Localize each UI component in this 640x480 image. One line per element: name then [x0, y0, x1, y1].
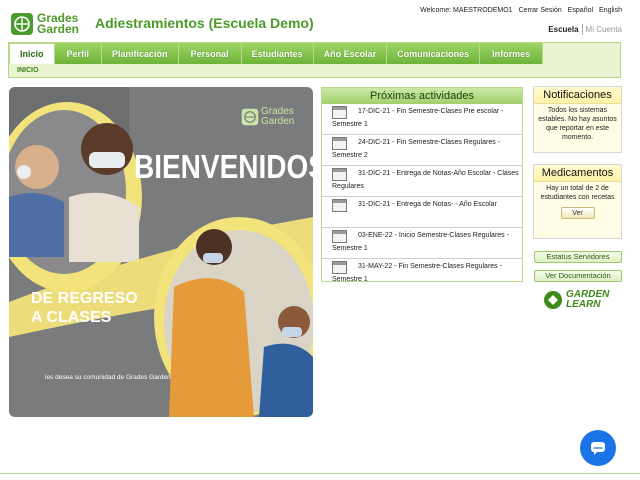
chat-icon [591, 442, 605, 455]
medications-body: Hay un total de 2 de estudiantes con rec… [540, 185, 615, 201]
chat-button[interactable] [580, 430, 616, 466]
banner-logo: Grades Garden [241, 107, 294, 127]
banner-line1: DE REGRESO [31, 290, 138, 307]
medications-card: Medicamentos Hay un total de 2 de estudi… [533, 164, 622, 239]
activity-text: 31-DIC-21 - Entrega de Notas- - Año Esco… [358, 201, 497, 208]
tab-perfil[interactable]: Perfil [54, 43, 103, 64]
upcoming-activities-panel: Próximas actividades 17-DIC-21 - Fin Sem… [321, 87, 523, 283]
school-link[interactable]: Escuela [548, 25, 578, 34]
logo-line2: Garden [37, 22, 80, 36]
garden-learn-icon [544, 291, 562, 309]
garden-learn-text: GARDEN LEARN [566, 290, 609, 310]
page: Grades Garden Adiestramientos (Escuela D… [0, 0, 640, 480]
logo-wordmark: Grades Garden [37, 12, 80, 36]
activity-item[interactable]: 17-DIC-21 - Fin Semestre-Clases Pre esco… [322, 104, 522, 135]
banner-line2: A CLASES [31, 309, 112, 326]
welcome-banner: Grades Garden BIENVENIDOS DE REGRESO A C… [9, 87, 313, 417]
activity-item[interactable]: 03-ENE-22 - Inicio Semestre-Clases Regul… [322, 228, 522, 259]
activity-text: 24-DIC-21 - Fin Semestre-Clases Regulare… [332, 139, 500, 159]
medications-title: Medicamentos [534, 165, 621, 182]
activity-item[interactable]: 24-DIC-21 - Fin Semestre-Clases Regulare… [322, 135, 522, 166]
grades-garden-logo[interactable]: Grades Garden [10, 10, 82, 38]
school-links: Escuela Mi Cuenta [548, 24, 622, 35]
account-link[interactable]: Mi Cuenta [586, 25, 622, 34]
activities-title: Próximas actividades [322, 88, 522, 104]
server-status-button[interactable]: Estatus Servidores [534, 251, 622, 263]
garden-learn-line2: LEARN [566, 299, 601, 310]
globe-logo-icon [241, 108, 259, 126]
view-medications-button[interactable]: Ver [560, 207, 595, 219]
garden-learn-logo[interactable]: GARDEN LEARN [543, 290, 609, 310]
main-nav: Inicio Perfil Planificación Personal Est… [8, 42, 621, 78]
banner-logo-text: Grades Garden [261, 107, 294, 127]
activity-text: 17-DIC-21 - Fin Semestre-Clases Pre esco… [332, 108, 504, 128]
activity-text: 31-MAY-22 - Fin Semestre-Clases Regulare… [332, 263, 502, 283]
notifications-body: Todos los sistemas estables. No hay asun… [538, 107, 617, 141]
tab-estudiantes[interactable]: Estudiantes [241, 43, 314, 64]
globe-logo-icon [11, 13, 33, 35]
banner-logo-line2: Garden [261, 116, 295, 127]
nav-tabs: Inicio Perfil Planificación Personal Est… [9, 43, 544, 64]
banner-caption: les desea su comunidad de Grades Garden [45, 374, 171, 381]
page-title: Adiestramientos (Escuela Demo) [95, 15, 314, 31]
activity-item[interactable]: 31-DIC-21 - Entrega de Notas-Año Escolar… [322, 166, 522, 197]
notifications-title: Notificaciones [534, 87, 621, 104]
footer-divider [0, 473, 640, 474]
top-links: Welcome: MAESTRODEMO1 Cerrar Sesión Espa… [420, 7, 622, 14]
tab-comunicaciones[interactable]: Comunicaciones [387, 43, 481, 64]
tab-planificacion[interactable]: Planificación [102, 43, 179, 64]
view-docs-button[interactable]: Ver Documentación [534, 270, 622, 282]
lang-es-link[interactable]: Español [568, 7, 593, 14]
lang-en-link[interactable]: English [599, 7, 622, 14]
banner-subheading: DE REGRESO A CLASES [31, 289, 138, 327]
tab-personal[interactable]: Personal [178, 43, 242, 64]
tab-inicio[interactable]: Inicio [9, 43, 55, 64]
banner-artwork [9, 87, 313, 417]
activity-text: 31-DIC-21 - Entrega de Notas-Año Escolar… [332, 170, 519, 190]
divider [581, 24, 583, 35]
activity-item[interactable]: 31-MAY-22 - Fin Semestre-Clases Regulare… [322, 259, 522, 290]
welcome-text: Welcome: MAESTRODEMO1 [420, 7, 513, 14]
breadcrumb: INICIO [17, 67, 39, 74]
activity-text: 03-ENE-22 - Inicio Semestre-Clases Regul… [332, 232, 509, 252]
banner-heading: BIENVENIDOS [134, 147, 313, 185]
notifications-card: Notificaciones Todos los sistemas establ… [533, 86, 622, 153]
activity-item[interactable]: 31-DIC-21 - Entrega de Notas- - Año Esco… [322, 197, 522, 228]
tab-ano-escolar[interactable]: Año Escolar [313, 43, 388, 64]
tab-informes[interactable]: Informes [480, 43, 544, 64]
logout-link[interactable]: Cerrar Sesión [519, 7, 562, 14]
